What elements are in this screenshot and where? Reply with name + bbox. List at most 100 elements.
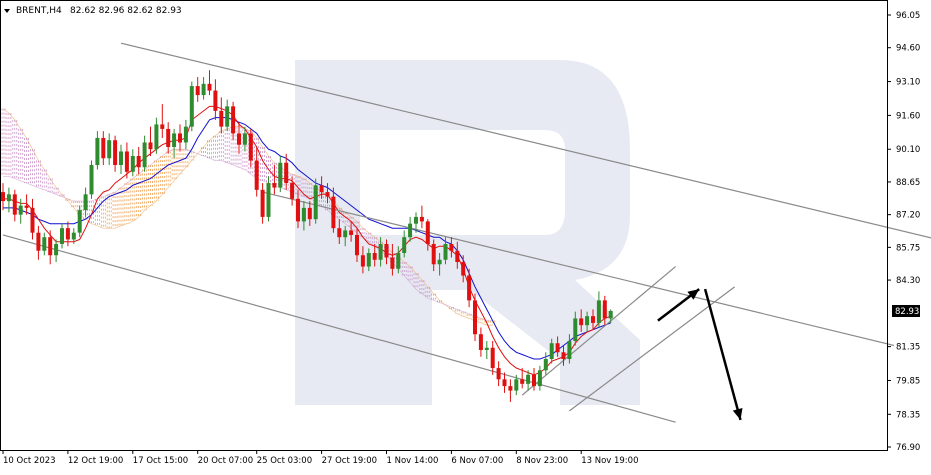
candle-body	[54, 243, 59, 256]
candle[interactable]	[478, 327, 483, 357]
candle-body	[355, 234, 359, 256]
candle[interactable]	[278, 155, 283, 193]
candle-body	[296, 198, 300, 222]
candle[interactable]	[107, 133, 112, 166]
candle-body	[343, 230, 348, 238]
candle[interactable]	[101, 131, 106, 166]
candle[interactable]	[207, 70, 212, 96]
candle-body	[231, 106, 236, 134]
candle[interactable]	[48, 230, 53, 265]
candle-body	[331, 196, 336, 229]
candle-body	[183, 126, 188, 143]
candle[interactable]	[83, 187, 88, 217]
y-tick-label: 85.75	[896, 243, 920, 253]
candle[interactable]	[225, 99, 230, 132]
candle[interactable]	[1, 183, 5, 211]
candle[interactable]	[484, 340, 489, 360]
candle[interactable]	[54, 239, 59, 263]
candle[interactable]	[12, 189, 17, 222]
candle-body	[532, 374, 536, 387]
candle-body	[508, 386, 513, 391]
chart-canvas[interactable]: 96.05 94.60 93.10 91.60 90.10 88.65 87.20 85.75…	[0, 0, 931, 471]
candle-body	[449, 243, 454, 251]
candle-body	[148, 142, 153, 150]
candle[interactable]	[266, 176, 271, 222]
candle-body	[213, 90, 218, 111]
candle[interactable]	[508, 379, 513, 402]
candle[interactable]	[537, 365, 542, 391]
candle[interactable]	[213, 79, 218, 120]
candle[interactable]	[183, 119, 188, 150]
dropdown-triangle-icon[interactable]	[4, 9, 10, 13]
candle-body	[543, 359, 548, 371]
candle[interactable]	[490, 340, 495, 375]
candle[interactable]	[113, 135, 118, 172]
candle-body	[549, 343, 554, 360]
candle[interactable]	[189, 81, 194, 132]
ohlc-readout: 82.62 82.96 82.62 82.93	[70, 6, 182, 16]
price-chart[interactable]: 96.05 94.60 93.10 91.60 90.10 88.65 87.20 85.75…	[0, 0, 931, 471]
candle[interactable]	[60, 223, 64, 249]
candle-body	[160, 124, 165, 129]
candle[interactable]	[219, 97, 224, 134]
candle[interactable]	[119, 144, 123, 175]
candle[interactable]	[254, 146, 259, 197]
candle[interactable]	[248, 128, 253, 168]
candle[interactable]	[130, 149, 135, 177]
candle[interactable]	[172, 128, 177, 159]
candle-body	[366, 252, 371, 267]
candle-body	[579, 318, 584, 326]
candle[interactable]	[6, 187, 11, 213]
candle[interactable]	[532, 368, 536, 391]
candle[interactable]	[160, 104, 165, 138]
candle-body	[520, 379, 525, 384]
candle[interactable]	[65, 221, 70, 247]
candle-body	[290, 183, 295, 199]
candle-body	[484, 347, 489, 350]
candle[interactable]	[260, 183, 265, 224]
candle-body	[384, 243, 389, 258]
candle-body	[189, 86, 194, 127]
candle[interactable]	[42, 232, 47, 256]
candle[interactable]	[201, 77, 206, 100]
candle-body	[272, 183, 277, 188]
candle-body	[18, 205, 23, 215]
candle-body	[467, 275, 472, 301]
candle[interactable]	[231, 101, 236, 141]
candle[interactable]	[89, 160, 94, 199]
candle[interactable]	[36, 225, 41, 260]
candle-body	[136, 155, 141, 168]
candle[interactable]	[95, 131, 100, 170]
candle-body	[496, 368, 501, 380]
candle[interactable]	[272, 165, 277, 195]
candle-body	[219, 110, 224, 127]
candle[interactable]	[154, 117, 159, 154]
candle[interactable]	[496, 361, 501, 387]
candle[interactable]	[136, 146, 141, 175]
candle[interactable]	[77, 205, 82, 238]
candle-body	[591, 316, 595, 323]
candle-body	[1, 192, 5, 202]
candle[interactable]	[166, 122, 171, 154]
candle[interactable]	[178, 124, 182, 152]
candle[interactable]	[313, 178, 318, 224]
candle[interactable]	[473, 293, 477, 341]
candle-body	[254, 160, 259, 190]
candle[interactable]	[502, 372, 507, 393]
y-tick-label: 90.10	[896, 145, 920, 155]
candle[interactable]	[142, 135, 147, 172]
candle[interactable]	[596, 291, 601, 328]
candle[interactable]	[419, 205, 424, 229]
candle-body	[307, 207, 312, 220]
candle-body	[166, 128, 171, 147]
candle[interactable]	[30, 198, 35, 240]
candle-body	[490, 347, 495, 369]
candle[interactable]	[543, 352, 548, 375]
candle-body	[561, 352, 566, 360]
candle[interactable]	[195, 77, 200, 102]
candle-body	[378, 243, 383, 260]
y-tick-label: 81.35	[896, 343, 920, 353]
candle[interactable]	[148, 126, 153, 156]
candle-body	[237, 133, 241, 145]
candle-body	[36, 232, 41, 251]
